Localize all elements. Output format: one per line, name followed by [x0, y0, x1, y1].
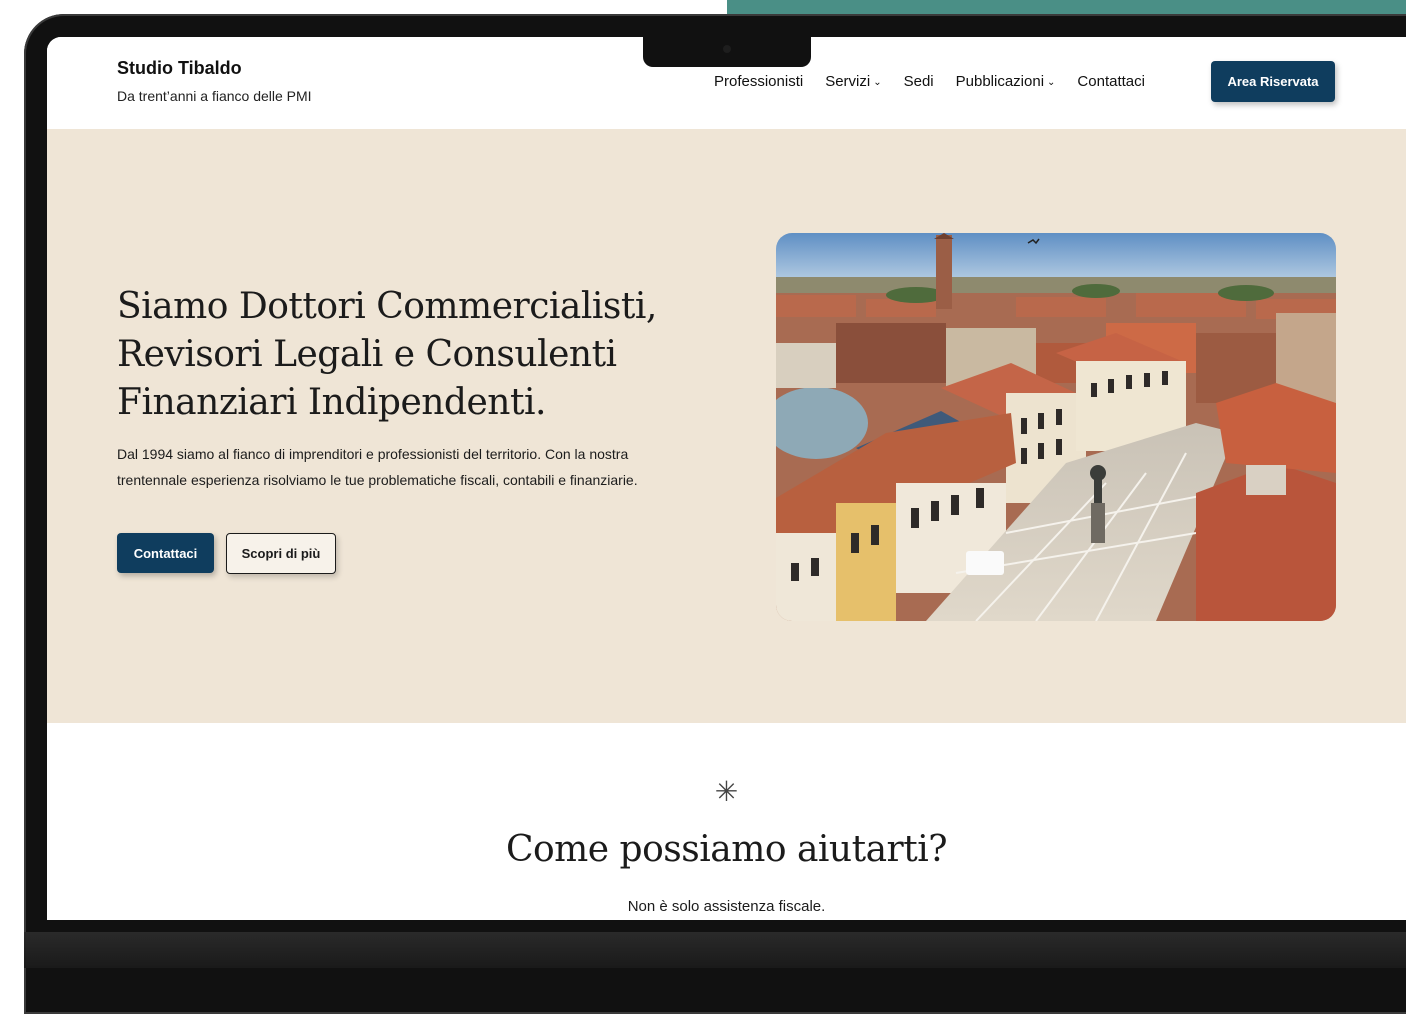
scopri-di-piu-button[interactable]: Scopri di più	[226, 533, 336, 574]
nav-item-contattaci[interactable]: Contattaci	[1077, 73, 1145, 90]
asterisk-icon: ✳	[714, 776, 739, 807]
hero-title: Siamo Dottori Commercialisti, Revisori L…	[117, 286, 657, 423]
nav-item-label: Pubblicazioni	[955, 73, 1045, 90]
nav-item-sedi[interactable]: Sedi	[904, 73, 934, 90]
main-nav: Professionisti Servizi ⌄ Sedi Pubblicazi…	[714, 73, 1167, 90]
hero-description: Dal 1994 siamo al fianco di imprenditori…	[117, 446, 638, 488]
nav-item-label: Servizi	[825, 73, 871, 90]
services-section: ✳ Come possiamo aiutarti? Non è solo ass…	[47, 723, 1406, 920]
brand-name[interactable]: Studio Tibaldo	[117, 58, 242, 79]
hero-section: Siamo Dottori Commercialisti, Revisori L…	[47, 129, 1406, 723]
camera-notch	[643, 37, 811, 67]
contattaci-button[interactable]: Contattaci	[117, 533, 214, 573]
town-square-photo	[776, 233, 1336, 621]
nav-item-label: Professionisti	[714, 73, 804, 90]
chevron-down-icon: ⌄	[1047, 77, 1056, 88]
brand-tagline: Da trent’anni a fianco delle PMI	[117, 88, 312, 104]
chevron-down-icon: ⌄	[873, 77, 882, 88]
nav-item-label: Contattaci	[1077, 73, 1145, 90]
nav-item-label: Sedi	[903, 73, 934, 90]
nav-item-pubblicazioni[interactable]: Pubblicazioni ⌄	[956, 73, 1056, 90]
camera-icon	[723, 45, 731, 53]
services-title: Come possiamo aiutarti?	[505, 829, 948, 870]
nav-item-professionisti[interactable]: Professionisti	[714, 73, 803, 90]
laptop-bezel-bottom	[24, 932, 1406, 968]
services-subtitle: Non è solo assistenza fiscale.	[627, 898, 826, 915]
hero-image	[776, 233, 1336, 621]
nav-item-servizi[interactable]: Servizi ⌄	[825, 73, 881, 90]
browser-viewport: Studio Tibaldo Da trent’anni a fianco de…	[47, 37, 1406, 920]
area-riservata-button[interactable]: Area Riservata	[1211, 61, 1335, 102]
